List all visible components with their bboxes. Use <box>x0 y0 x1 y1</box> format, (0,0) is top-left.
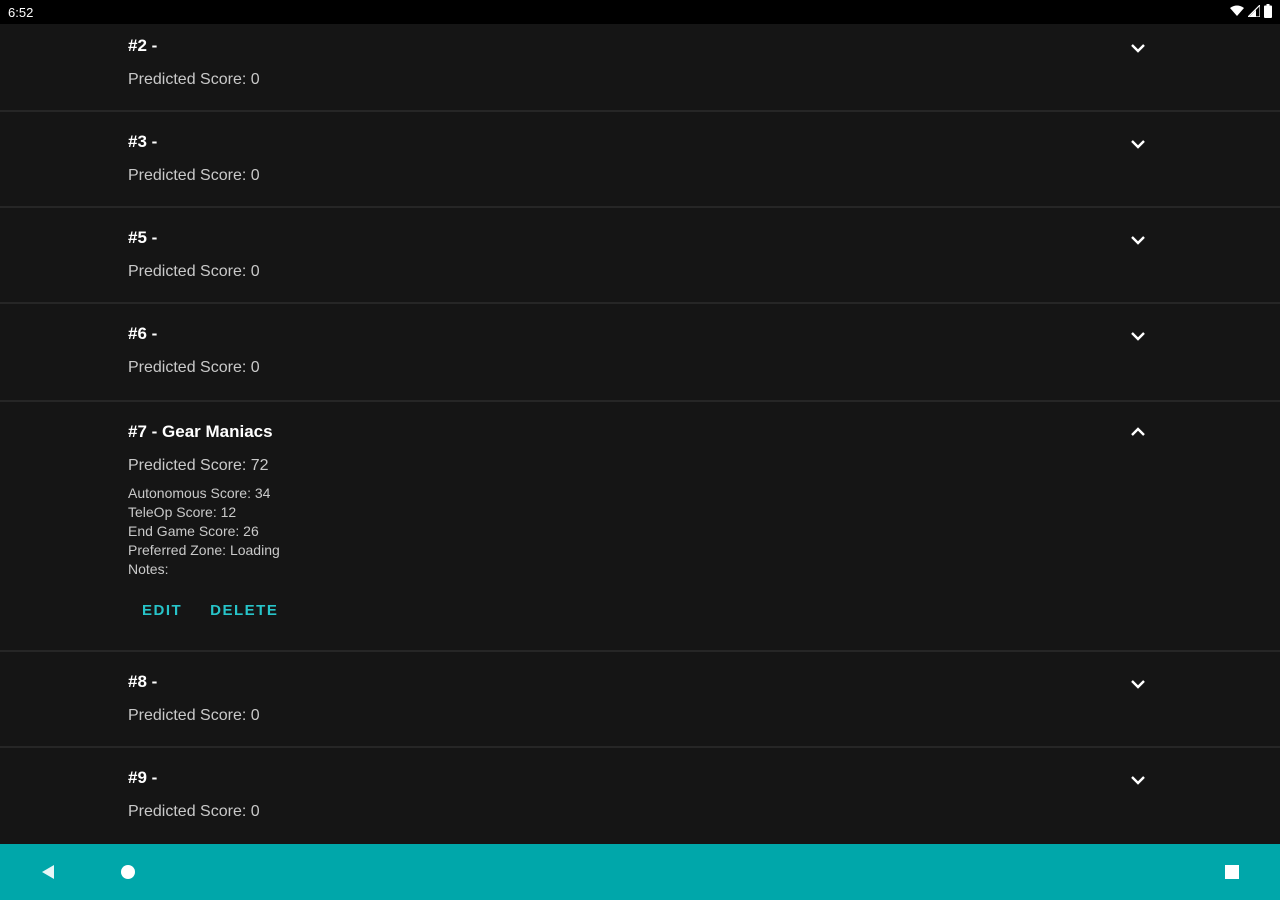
team-card[interactable]: #3 - Predicted Score: 0 <box>0 112 1280 208</box>
navigation-bar <box>0 844 1280 900</box>
predicted-score: Predicted Score: 0 <box>128 71 260 88</box>
team-card[interactable]: #6 - Predicted Score: 0 <box>0 304 1280 402</box>
predicted-score: Predicted Score: 0 <box>128 263 260 280</box>
notes: Notes: <box>128 561 169 577</box>
chevron-down-icon[interactable] <box>1128 326 1148 346</box>
predicted-score: Predicted Score: 0 <box>128 707 260 724</box>
status-icons <box>1230 4 1272 18</box>
team-list[interactable]: #2 - Predicted Score: 0 #3 - Predicted S… <box>0 24 1280 844</box>
team-title: #8 - <box>128 672 158 691</box>
home-icon[interactable] <box>118 862 138 882</box>
autonomous-score: Autonomous Score: 34 <box>128 485 271 501</box>
team-card[interactable]: #5 - Predicted Score: 0 <box>0 208 1280 304</box>
recents-icon[interactable] <box>1222 862 1242 882</box>
preferred-zone: Preferred Zone: Loading <box>128 542 280 558</box>
predicted-score: Predicted Score: 0 <box>128 359 260 376</box>
card-actions: EDIT DELETE <box>128 600 292 621</box>
back-icon[interactable] <box>38 862 58 882</box>
team-title: #3 - <box>128 132 158 151</box>
edit-button[interactable]: EDIT <box>128 600 196 621</box>
status-bar: 6:52 <box>0 0 1280 24</box>
status-time: 6:52 <box>8 5 34 20</box>
team-card[interactable]: #9 - Predicted Score: 0 <box>0 748 1280 844</box>
predicted-score: Predicted Score: 0 <box>128 803 260 820</box>
chevron-down-icon[interactable] <box>1128 38 1148 58</box>
team-card[interactable]: #2 - Predicted Score: 0 <box>0 24 1280 112</box>
delete-button[interactable]: DELETE <box>196 600 292 621</box>
predicted-score: Predicted Score: 72 <box>128 457 269 474</box>
team-title: #6 - <box>128 324 158 343</box>
team-title: #9 - <box>128 768 158 787</box>
team-title: #7 - Gear Maniacs <box>128 422 273 441</box>
team-title: #5 - <box>128 228 158 247</box>
signal-icon <box>1248 5 1260 17</box>
chevron-down-icon[interactable] <box>1128 674 1148 694</box>
chevron-down-icon[interactable] <box>1128 770 1148 790</box>
chevron-down-icon[interactable] <box>1128 230 1148 250</box>
battery-icon <box>1264 4 1272 18</box>
team-card[interactable]: #8 - Predicted Score: 0 <box>0 652 1280 748</box>
teleop-score: TeleOp Score: 12 <box>128 504 237 520</box>
wifi-icon <box>1230 5 1244 17</box>
team-title: #2 - <box>128 36 158 55</box>
endgame-score: End Game Score: 26 <box>128 523 259 539</box>
team-card-expanded[interactable]: #7 - Gear Maniacs Predicted Score: 72 Au… <box>0 402 1280 652</box>
team-details: Autonomous Score: 34 TeleOp Score: 12 En… <box>128 484 280 579</box>
chevron-down-icon[interactable] <box>1128 134 1148 154</box>
chevron-up-icon[interactable] <box>1128 422 1148 442</box>
predicted-score: Predicted Score: 0 <box>128 167 260 184</box>
